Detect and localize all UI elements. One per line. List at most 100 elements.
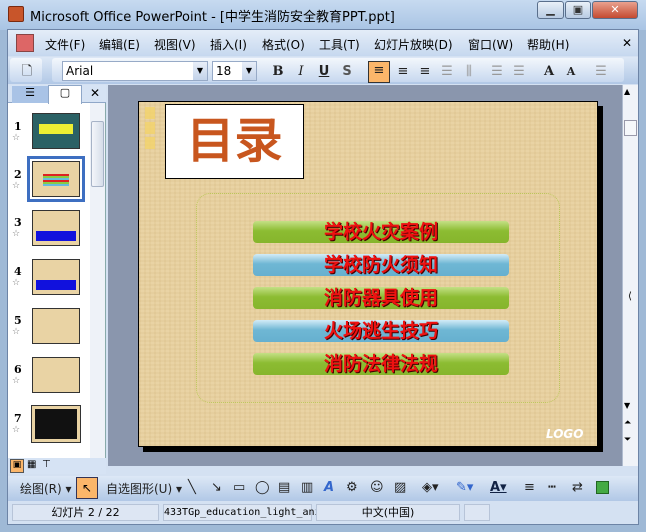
view-buttons: ▣ ▦ ⊤ (8, 458, 106, 474)
scroll-thumb[interactable] (91, 121, 104, 187)
standard-toolbar: 🗋 (10, 58, 42, 82)
arrow-style-icon[interactable]: ⇄ (572, 480, 583, 495)
draw-label: 绘图(R) (20, 482, 62, 496)
pane-tabs: ☰ ▢ ✕ (8, 85, 106, 104)
slide-thumbnail-2[interactable] (27, 156, 85, 202)
draw-menu[interactable]: 绘图(R) ▾ (20, 480, 72, 497)
line-icon[interactable]: ╲ (188, 480, 196, 495)
maximize-button[interactable]: ▣ (565, 1, 591, 19)
slide-number: 3 (14, 216, 22, 229)
vertical-textbox-icon[interactable]: ▥ (301, 480, 313, 495)
close-document-button[interactable]: ✕ (622, 36, 632, 50)
status-bar: 幻灯片 2 / 22 433TGp_education_light_ani 中文… (8, 502, 638, 523)
close-pane-button[interactable]: ✕ (90, 86, 100, 100)
toc-item-5[interactable]: 消防法律法规 (253, 353, 509, 375)
close-button[interactable]: ✕ (592, 1, 638, 19)
menu-window[interactable]: 窗口(W) (468, 36, 513, 53)
distribute-icon[interactable]: ☰ (438, 63, 456, 81)
slide-sorter-button[interactable]: ▦ (27, 459, 36, 470)
slide-thumbnail-6[interactable] (32, 357, 80, 393)
shadow-style-icon[interactable] (596, 481, 609, 494)
toc-item-2[interactable]: 学校防火须知 (253, 254, 509, 276)
autoshapes-label: 自选图形(U) (106, 482, 173, 496)
design-template: 433TGp_education_light_ani (163, 504, 321, 521)
oval-icon[interactable]: ◯ (255, 480, 270, 495)
align-left-button[interactable]: ≡ (368, 61, 390, 83)
align-center-button[interactable]: ≡ (394, 63, 412, 81)
decor-square (145, 122, 155, 134)
slide-thumbnail-7[interactable] (31, 405, 81, 443)
normal-view-button[interactable]: ▣ (10, 459, 24, 473)
shadow-button[interactable]: S (338, 63, 356, 81)
increase-font-icon[interactable]: A (540, 63, 558, 81)
menu-tools[interactable]: 工具(T) (319, 36, 360, 53)
numbering-icon[interactable]: ☰ (488, 63, 506, 81)
new-icon[interactable]: 🗋 (18, 63, 36, 81)
thumbnail-list: 1 ☆ 2 ☆ 3 ☆ 4 ☆ 5 ☆ 6 ☆ 7 ☆ (8, 103, 90, 458)
scroll-down-icon[interactable]: ▼ (624, 401, 630, 410)
slide-number: 5 (14, 314, 22, 327)
menu-slideshow[interactable]: 幻灯片放映(D) (374, 36, 453, 53)
bold-button[interactable]: B (269, 63, 287, 81)
slide-canvas[interactable]: 目录 学校火灾案例 学校防火须知 消防器具使用 火场逃生技巧 消防法律法规 LO… (138, 101, 598, 447)
minimize-button[interactable]: ▁ (537, 1, 564, 19)
font-color-icon[interactable]: A▾ (490, 480, 507, 495)
pane-resize-handle[interactable]: ⟨ (628, 291, 632, 302)
underline-button[interactable]: U (315, 63, 333, 81)
formatting-toolbar: 🗋 Arial ▼ 18 ▼ B I U S ≡ ≡ ≡ ☰ ⫼ ☰ ☰ A A ☰ (8, 57, 638, 84)
menu-file[interactable]: 文件(F) (45, 36, 85, 53)
slide-thumbnail-5[interactable] (32, 308, 80, 344)
slide-title[interactable]: 目录 (165, 104, 304, 179)
thumbnail-scrollbar[interactable] (90, 103, 105, 458)
font-size-value: 18 (216, 64, 232, 78)
tab-outline[interactable]: ☰ (12, 86, 48, 103)
menu-insert[interactable]: 插入(I) (210, 36, 247, 53)
title-bar: Microsoft Office PowerPoint - [中学生消防安全教育… (0, 0, 646, 30)
chevron-down-icon: ▼ (193, 62, 207, 80)
clipart-icon[interactable]: ☺ (370, 480, 384, 495)
italic-button[interactable]: I (292, 63, 310, 81)
animation-star-icon: ☆ (12, 133, 21, 143)
menu-view[interactable]: 视图(V) (154, 36, 196, 53)
previous-slide-button[interactable]: ⏶ (624, 418, 631, 428)
align-right-button[interactable]: ≡ (416, 63, 434, 81)
tab-slides[interactable]: ▢ (48, 85, 82, 104)
scroll-up-icon[interactable]: ▲ (624, 87, 630, 96)
next-slide-button[interactable]: ⏷ (624, 435, 631, 445)
columns-icon[interactable]: ⫼ (460, 63, 478, 81)
select-pointer-button[interactable]: ↖ (76, 477, 98, 499)
logo-text: LOGO (546, 427, 584, 441)
toc-item-1[interactable]: 学校火灾案例 (253, 221, 509, 243)
picture-icon[interactable]: ▨ (394, 480, 406, 495)
slide-thumbnail-4[interactable] (32, 259, 80, 295)
font-select[interactable]: Arial ▼ (62, 61, 208, 81)
menu-edit[interactable]: 编辑(E) (99, 36, 140, 53)
decrease-indent-icon[interactable]: ☰ (592, 63, 610, 81)
fill-color-icon[interactable]: ◈▾ (422, 480, 439, 495)
diagram-icon[interactable]: ⚙ (346, 480, 358, 495)
arrow-icon[interactable]: ↘ (211, 480, 222, 495)
horizontal-scrollbar[interactable] (108, 466, 638, 475)
toc-item-4[interactable]: 火场逃生技巧 (253, 320, 509, 342)
toc-item-3[interactable]: 消防器具使用 (253, 287, 509, 309)
line-color-icon[interactable]: ✎▾ (456, 480, 473, 495)
window-title: Microsoft Office PowerPoint - [中学生消防安全教育… (30, 10, 395, 25)
slide-thumbnail-1[interactable] (32, 113, 80, 149)
font-size-select[interactable]: 18 ▼ (212, 61, 257, 81)
decrease-font-icon[interactable]: A (562, 63, 580, 81)
autoshapes-menu[interactable]: 自选图形(U) ▾ (106, 480, 182, 497)
animation-star-icon: ☆ (12, 376, 21, 386)
dash-style-icon[interactable]: ┅ (548, 480, 556, 495)
rectangle-icon[interactable]: ▭ (233, 480, 245, 495)
scroll-thumb[interactable] (624, 120, 637, 136)
line-style-icon[interactable]: ≡ (524, 480, 535, 495)
language-indicator: 中文(中国) (316, 504, 460, 521)
menu-format[interactable]: 格式(O) (262, 36, 305, 53)
menu-help[interactable]: 帮助(H) (527, 36, 569, 53)
vertical-scrollbar[interactable]: ▲ ▼ ⏶ ⏷ (622, 85, 638, 466)
wordart-icon[interactable]: A (324, 480, 334, 495)
textbox-icon[interactable]: ▤ (278, 480, 290, 495)
slide-thumbnail-3[interactable] (32, 210, 80, 246)
bullets-icon[interactable]: ☰ (510, 63, 528, 81)
slideshow-button[interactable]: ⊤ (42, 459, 51, 470)
